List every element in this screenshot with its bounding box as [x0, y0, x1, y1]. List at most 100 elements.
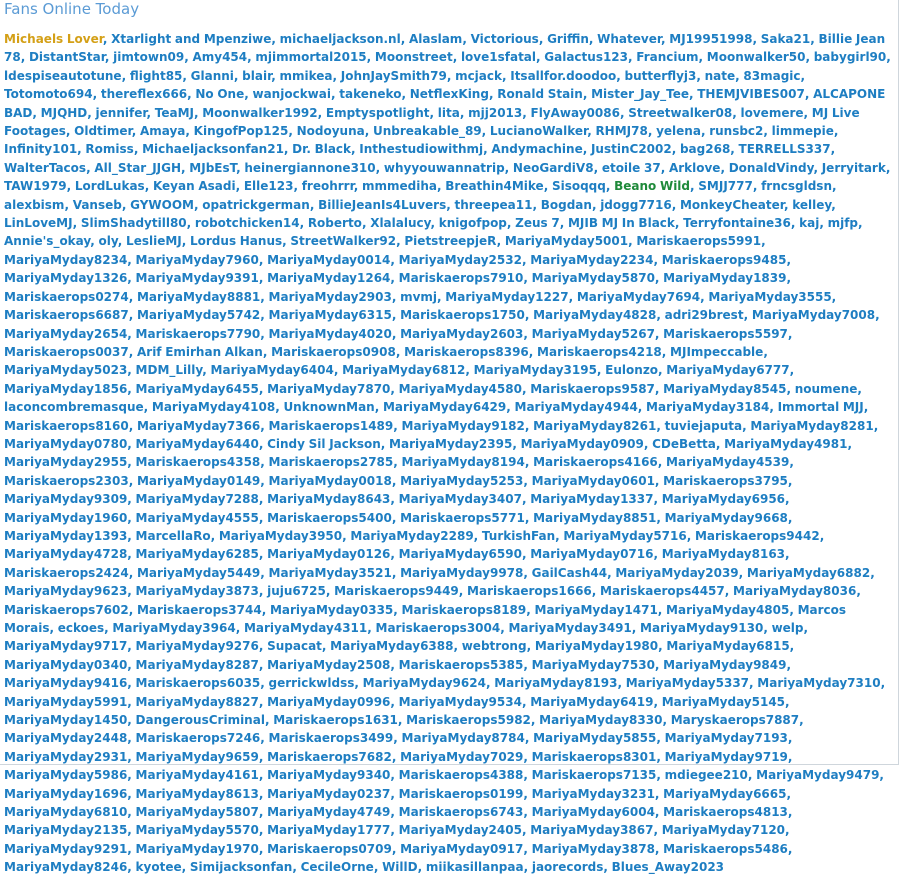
user-link[interactable]: frncsgldsn	[761, 179, 832, 193]
user-link[interactable]: Blues_Away2023	[612, 860, 724, 874]
user-link[interactable]: MariyaMyday5870	[532, 271, 655, 285]
user-link[interactable]: MariyaMyday9717	[4, 639, 127, 653]
user-link[interactable]: Romiss	[85, 142, 133, 156]
user-link[interactable]: Dr. Black	[292, 142, 351, 156]
user-link[interactable]: MariyaMyday0917	[400, 842, 523, 856]
user-link[interactable]: MariyaMyday3867	[530, 823, 653, 837]
user-link[interactable]: MariyaMyday6665	[663, 787, 786, 801]
user-link[interactable]: mjimmortal2015	[255, 50, 366, 64]
user-link[interactable]: MariyaMyday2955	[4, 455, 127, 469]
user-link[interactable]: TurkishFan	[482, 529, 555, 543]
user-link[interactable]: MariyaMyday1471	[535, 603, 658, 617]
user-link[interactable]: Terryfontaine36	[683, 216, 791, 230]
user-link[interactable]: babygirl90	[814, 50, 887, 64]
user-link[interactable]: MariyaMyday9130	[640, 621, 763, 635]
user-link[interactable]: Mariskaerops2424	[4, 566, 129, 580]
user-link[interactable]: lita	[438, 106, 460, 120]
user-link[interactable]: MariyaMyday8036	[733, 584, 856, 598]
user-link[interactable]: Mariskaerops7602	[4, 603, 129, 617]
user-link[interactable]: MariyaMyday7870	[267, 382, 390, 396]
user-link[interactable]: Mariskaerops8396	[404, 345, 529, 359]
user-link[interactable]: MariyaMyday1980	[535, 639, 658, 653]
user-link[interactable]: MariyaMyday8261	[533, 419, 656, 433]
user-link[interactable]: MariyaMyday1777	[267, 823, 390, 837]
user-link[interactable]: Roberto	[308, 216, 362, 230]
user-link[interactable]: MariyaMyday9276	[136, 639, 259, 653]
user-link[interactable]: Mariskaerops4457	[600, 584, 725, 598]
user-link[interactable]: thereflex666	[101, 87, 187, 101]
user-link[interactable]: MariyaMyday5337	[626, 676, 749, 690]
user-link[interactable]: MariyaMyday6590	[399, 547, 522, 561]
user-link[interactable]: MariyaMyday7120	[662, 823, 785, 837]
user-link[interactable]: TERRELLS337	[739, 142, 831, 156]
user-link[interactable]: MariyaMyday9391	[136, 271, 259, 285]
user-link[interactable]: Mariskaerops4388	[399, 768, 524, 782]
user-link[interactable]: MariyaMyday2039	[615, 566, 738, 580]
user-link[interactable]: MariyaMyday3964	[112, 621, 235, 635]
user-link[interactable]: MariyaMyday0335	[270, 603, 393, 617]
user-link[interactable]: MariyaMyday5570	[136, 823, 259, 837]
user-link[interactable]: Vanseb	[73, 198, 122, 212]
user-link[interactable]: Sisoqqq	[552, 179, 606, 193]
user-link[interactable]: Unbreakable_89	[373, 124, 482, 138]
user-link[interactable]: Mariskaerops1489	[269, 419, 394, 433]
user-link[interactable]: Mariskaerops4166	[533, 455, 658, 469]
user-link[interactable]: MariyaMyday3195	[474, 363, 597, 377]
user-link[interactable]: Mariskaerops6035	[136, 676, 261, 690]
user-link[interactable]: MariyaMyday8281	[750, 419, 873, 433]
user-link[interactable]: MariyaMyday8613	[136, 787, 259, 801]
user-link[interactable]: MariyaMyday5001	[505, 234, 628, 248]
user-link[interactable]: Immortal MJJ	[778, 400, 864, 414]
user-link[interactable]: MariyaMyday7193	[665, 731, 788, 745]
user-link[interactable]: MJQHD	[41, 106, 88, 120]
user-link[interactable]: MariyaMyday8784	[402, 731, 525, 745]
user-link[interactable]: MariyaMyday7960	[136, 253, 259, 267]
user-link[interactable]: Keyan Asadi	[153, 179, 236, 193]
user-link[interactable]: welp	[772, 621, 804, 635]
user-link[interactable]: MariyaMyday6956	[662, 492, 785, 506]
user-link[interactable]: Xlalalucy	[370, 216, 430, 230]
user-link[interactable]: LinLoveMJ	[4, 216, 73, 230]
user-link[interactable]: Mariskaerops1750	[400, 308, 525, 322]
user-link[interactable]: Emptyspotlight	[326, 106, 430, 120]
user-link[interactable]: eckoes	[58, 621, 104, 635]
user-link[interactable]: laconcombremasque	[4, 400, 144, 414]
user-link[interactable]: MariyaMyday7288	[136, 492, 259, 506]
user-link[interactable]: NetflexKing	[410, 87, 489, 101]
user-link[interactable]: MariyaMyday8163	[662, 547, 785, 561]
user-link[interactable]: Breathin4Mike	[445, 179, 543, 193]
user-link[interactable]: Mariskaerops4218	[537, 345, 662, 359]
user-link[interactable]: Glanni	[191, 69, 234, 83]
user-link[interactable]: Michaels Lover	[4, 32, 103, 46]
user-link[interactable]: Xtarlight and Mpenziwe	[111, 32, 271, 46]
user-link[interactable]: Mariskaerops9449	[334, 584, 459, 598]
user-link[interactable]: MariyaMyday7694	[577, 290, 700, 304]
user-link[interactable]: TeaMJ	[155, 106, 194, 120]
user-link[interactable]: MariyaMyday9659	[136, 750, 259, 764]
user-link[interactable]: jdogg7716	[600, 198, 672, 212]
user-link[interactable]: MariyaMyday7029	[400, 750, 523, 764]
user-link[interactable]: MJImpeccable	[670, 345, 763, 359]
user-link[interactable]: MariyaMyday2234	[530, 253, 653, 267]
user-link[interactable]: Elle123	[244, 179, 294, 193]
user-link[interactable]: MariyaMyday4580	[399, 382, 522, 396]
user-link[interactable]: MariyaMyday9719	[665, 750, 788, 764]
user-link[interactable]: MariyaMyday3184	[646, 400, 769, 414]
user-link[interactable]: Inthestudiowithmj	[359, 142, 483, 156]
user-link[interactable]: MariyaMyday8827	[136, 695, 259, 709]
user-link[interactable]: MariyaMyday6815	[666, 639, 789, 653]
user-link[interactable]: LeslieMJ	[126, 234, 182, 248]
user-link[interactable]: MariyaMyday4539	[666, 455, 789, 469]
user-link[interactable]: Mariskaerops0709	[267, 842, 392, 856]
user-link[interactable]: MariyaMyday6440	[136, 437, 259, 451]
user-link[interactable]: MariyaMyday9534	[399, 695, 522, 709]
user-link[interactable]: Mariskaerops4358	[136, 455, 261, 469]
user-link[interactable]: Mariskaerops9442	[695, 529, 820, 543]
user-link[interactable]: MariyaMyday6388	[330, 639, 453, 653]
user-link[interactable]: MariyaMyday0126	[267, 547, 390, 561]
user-link[interactable]: MariyaMyday6004	[532, 805, 655, 819]
user-link[interactable]: MariyaMyday5267	[532, 327, 655, 341]
user-link[interactable]: MariyaMyday3878	[532, 842, 655, 856]
user-link[interactable]: MariyaMyday3950	[219, 529, 342, 543]
user-link[interactable]: Galactus123	[544, 50, 628, 64]
